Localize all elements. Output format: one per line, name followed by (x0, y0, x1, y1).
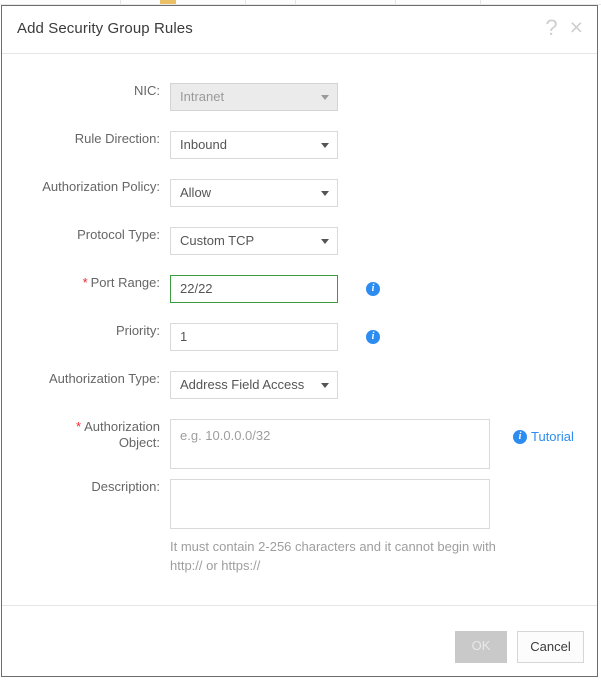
required-marker: * (82, 275, 88, 290)
form-row-rule-direction: Rule Direction: Inbound (2, 131, 597, 159)
dialog-footer: OK Cancel (2, 605, 597, 676)
label-protocol-type: Protocol Type: (77, 227, 160, 242)
authorization-object-textarea[interactable]: e.g. 10.0.0.0/32 (170, 419, 490, 469)
label-authorization-object: * Authorization Object: (2, 419, 160, 451)
label-description: Description: (91, 479, 160, 494)
description-hint: It must contain 2-256 characters and it … (170, 539, 496, 573)
form-row-nic: NIC: Intranet (2, 83, 597, 111)
rule-direction-select[interactable]: Inbound (170, 131, 338, 159)
chevron-down-icon (321, 239, 329, 244)
chevron-down-icon (321, 191, 329, 196)
rule-direction-select-value: Inbound (180, 137, 227, 152)
chevron-down-icon (321, 95, 329, 100)
form-row-description: Description: It must contain 2-256 chara… (2, 479, 597, 573)
nic-select-value: Intranet (180, 89, 225, 104)
port-range-input[interactable]: 22/22 (170, 275, 338, 303)
label-nic: NIC: (134, 83, 160, 98)
description-textarea[interactable] (170, 479, 490, 529)
priority-input[interactable]: 1 (170, 323, 338, 351)
chevron-down-icon (321, 383, 329, 388)
required-marker: * (76, 419, 82, 434)
tutorial-link[interactable]: Tutorial (531, 429, 574, 444)
form-row-port-range: * Port Range: 22/22 i (2, 275, 597, 303)
nic-select: Intranet (170, 83, 338, 111)
priority-info-icon[interactable]: i (366, 330, 380, 344)
tutorial-info-icon[interactable]: i (513, 430, 527, 444)
label-authorization-policy: Authorization Policy: (42, 179, 160, 194)
protocol-type-select[interactable]: Custom TCP (170, 227, 338, 255)
authorization-type-select-value: Address Field Access (180, 377, 305, 392)
close-icon[interactable]: × (570, 16, 583, 39)
priority-input-value: 1 (180, 329, 188, 344)
dialog-header: Add Security Group Rules ? × (2, 6, 597, 54)
label-port-range: * Port Range: (2, 275, 160, 291)
form-row-authorization-type: Authorization Type: Address Field Access (2, 371, 597, 399)
authorization-policy-select[interactable]: Allow (170, 179, 338, 207)
label-rule-direction: Rule Direction: (74, 131, 160, 146)
label-authorization-object-line2: Object: (118, 435, 160, 450)
protocol-type-select-value: Custom TCP (180, 233, 255, 248)
port-range-info-icon[interactable]: i (366, 282, 380, 296)
dialog-body: NIC: Intranet Rule Direction: Inbound Au… (2, 54, 597, 606)
label-authorization-object-line1: Authorization (84, 419, 160, 434)
cancel-button[interactable]: Cancel (517, 631, 584, 663)
ok-button[interactable]: OK (455, 631, 507, 663)
label-port-range-text: Port Range: (90, 275, 160, 290)
form-row-authorization-object: * Authorization Object: e.g. 10.0.0.0/32 i… (2, 419, 597, 469)
label-authorization-type: Authorization Type: (48, 371, 160, 386)
add-security-group-rules-dialog: Add Security Group Rules ? × NIC: Intran… (1, 5, 598, 677)
authorization-object-placeholder: e.g. 10.0.0.0/32 (180, 428, 271, 443)
form-row-priority: Priority: 1 i (2, 323, 597, 351)
dialog-header-actions: ? × (545, 16, 583, 39)
authorization-type-select[interactable]: Address Field Access (170, 371, 338, 399)
dialog-title: Add Security Group Rules (17, 20, 193, 37)
help-icon[interactable]: ? (545, 16, 557, 39)
form-row-authorization-policy: Authorization Policy: Allow (2, 179, 597, 207)
authorization-policy-select-value: Allow (180, 185, 212, 200)
form-row-protocol-type: Protocol Type: Custom TCP (2, 227, 597, 255)
label-priority: Priority: (115, 323, 160, 338)
port-range-input-value: 22/22 (180, 281, 213, 296)
chevron-down-icon (321, 143, 329, 148)
